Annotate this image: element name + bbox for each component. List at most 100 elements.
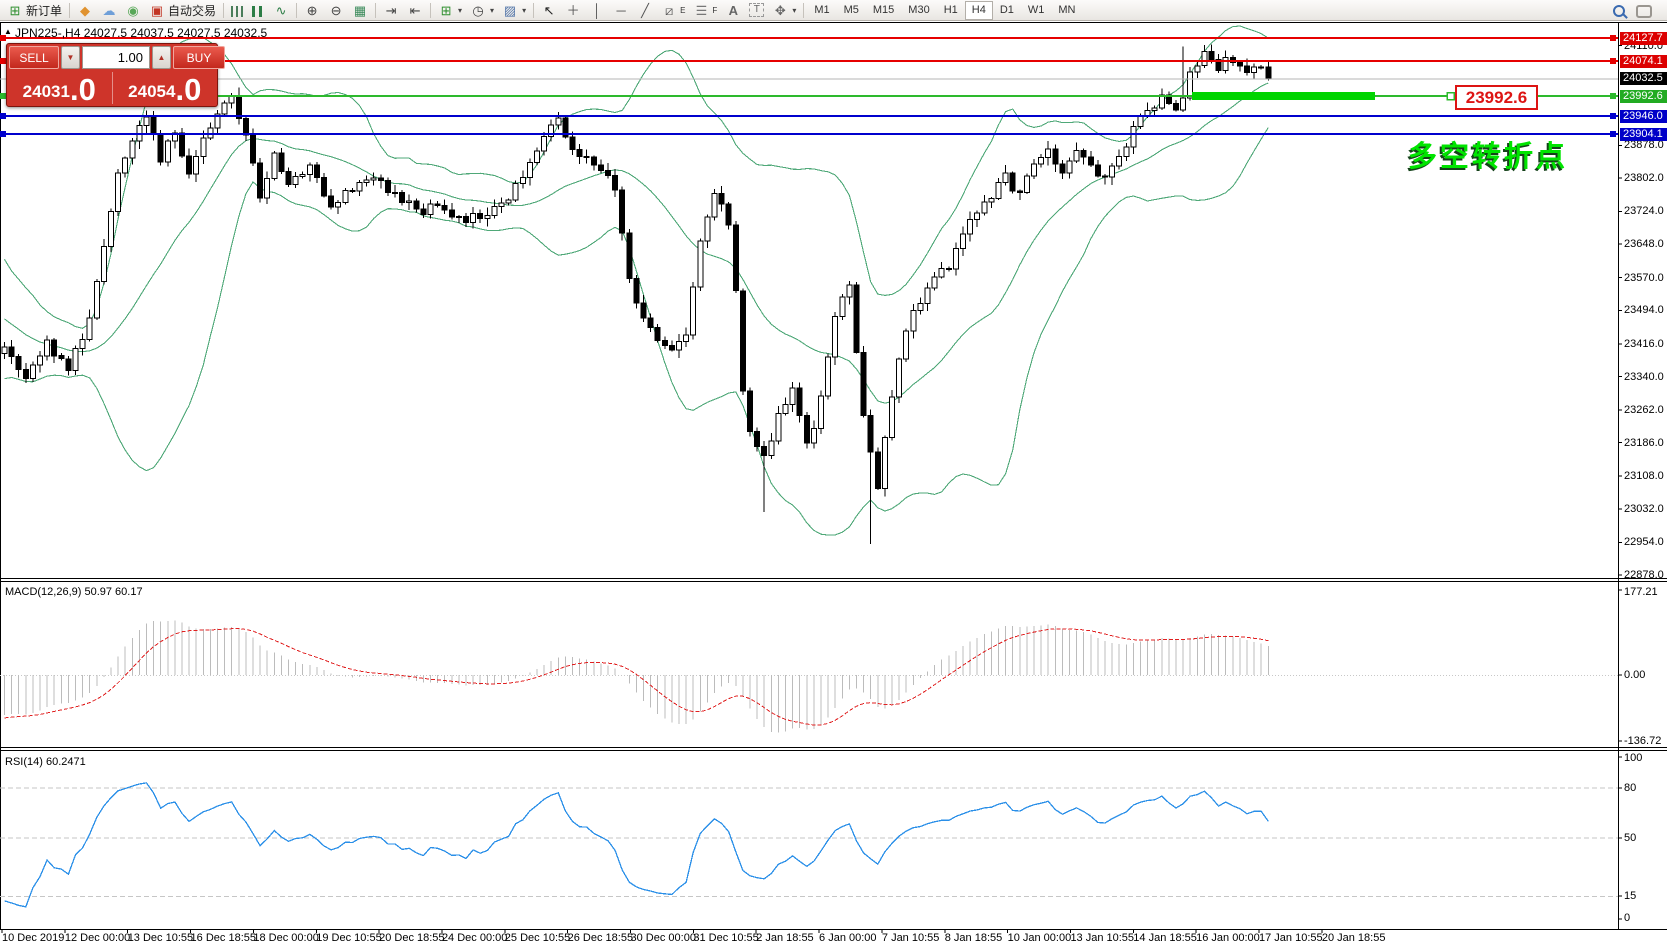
- cursor-tool-button[interactable]: ↖: [537, 1, 561, 19]
- shapes-tool-button[interactable]: ✥▾: [768, 1, 800, 19]
- volume-decrease-button[interactable]: ▼: [61, 46, 80, 69]
- candle-body: [151, 117, 156, 134]
- candle-body: [776, 413, 781, 441]
- price-callout-label[interactable]: 23992.6: [1455, 85, 1538, 110]
- line-right-handle[interactable]: [1610, 131, 1616, 137]
- macd-pane: [0, 621, 1618, 733]
- sell-price[interactable]: 24031.0: [7, 70, 112, 106]
- indicators-button[interactable]: ⊞▾: [434, 1, 466, 19]
- candle-body: [499, 203, 504, 207]
- candle-body: [201, 138, 206, 157]
- timeframe-button-d1[interactable]: D1: [993, 1, 1021, 20]
- candle-body: [840, 297, 845, 316]
- candle-body: [1237, 63, 1242, 67]
- timeframe-button-h4[interactable]: H4: [965, 1, 993, 20]
- one-click-trade-panel: SELL ▼ 1.00 ▲ BUY 24031.0 24054.0: [6, 43, 218, 107]
- candle-body: [1131, 126, 1136, 147]
- candle-body: [946, 269, 951, 270]
- candle-body: [705, 217, 710, 241]
- timeframe-button-m15[interactable]: M15: [866, 1, 901, 20]
- line-chart-button[interactable]: ∿: [269, 1, 293, 19]
- candle-body: [961, 234, 966, 248]
- candle-body: [378, 178, 383, 180]
- chat-icon: [1636, 5, 1652, 18]
- chart-shift-button[interactable]: ⇤: [403, 1, 427, 19]
- candle-body: [357, 183, 362, 191]
- candle-body: [1188, 72, 1193, 98]
- buy-price[interactable]: 24054.0: [113, 70, 218, 106]
- channel-letter: E: [680, 6, 685, 15]
- candle-body: [755, 431, 760, 446]
- navigator-button[interactable]: ☁: [97, 1, 121, 19]
- timeframe-button-m1[interactable]: M1: [807, 1, 836, 20]
- time-axis[interactable]: [0, 930, 1618, 947]
- candle-body: [414, 201, 419, 209]
- candle-body: [1003, 173, 1008, 183]
- zoom-in-button[interactable]: ⊕: [300, 1, 324, 19]
- sell-price-main: 24031: [23, 79, 70, 105]
- candle-body: [826, 357, 831, 396]
- chevron-down-icon: ▾: [792, 6, 796, 15]
- line-right-handle[interactable]: [1610, 93, 1616, 99]
- candle-body: [109, 211, 114, 246]
- channel-tool-button[interactable]: ⧄E: [657, 1, 689, 19]
- candle-body: [87, 318, 92, 340]
- hline-tool-button[interactable]: ─: [609, 1, 633, 19]
- candle-body: [634, 279, 639, 303]
- line-right-handle[interactable]: [1610, 113, 1616, 119]
- search-button[interactable]: [1609, 1, 1632, 19]
- fibonacci-tool-button[interactable]: ☰F: [689, 1, 721, 19]
- tile-windows-button[interactable]: ▦: [348, 1, 372, 19]
- auto-arrange-button[interactable]: ⇥: [379, 1, 403, 19]
- bar-chart-button[interactable]: [227, 1, 248, 19]
- candle-body: [329, 196, 334, 207]
- sell-button[interactable]: SELL: [9, 46, 59, 69]
- candle-body: [2, 347, 7, 354]
- trendline-tool-button[interactable]: ╱: [633, 1, 657, 19]
- new-order-label: 新订单: [26, 2, 62, 19]
- community-chat-button[interactable]: [1632, 1, 1656, 19]
- candle-chart-button[interactable]: [248, 1, 269, 19]
- candle-body: [251, 135, 256, 163]
- candle-body: [80, 340, 85, 349]
- zoom-out-button[interactable]: ⊖: [324, 1, 348, 19]
- line-right-handle[interactable]: [1610, 35, 1616, 41]
- volume-increase-button[interactable]: ▲: [152, 46, 171, 69]
- label-tool-button[interactable]: T: [745, 1, 768, 19]
- new-order-button[interactable]: ⊞ 新订单: [3, 1, 66, 19]
- templates-button[interactable]: ▨▾: [498, 1, 530, 19]
- candle-body: [996, 183, 1001, 199]
- line-left-handle[interactable]: [0, 113, 6, 119]
- green-line-center-handle[interactable]: [1447, 93, 1454, 100]
- vline-tool-button[interactable]: │: [585, 1, 609, 19]
- periods-button[interactable]: ◷▾: [466, 1, 498, 19]
- search-icon: [1613, 5, 1625, 17]
- line-left-handle[interactable]: [0, 131, 6, 137]
- price-axis[interactable]: [1618, 22, 1667, 929]
- candle-body: [918, 304, 923, 311]
- candle-body: [762, 447, 767, 456]
- signals-button[interactable]: ◉: [121, 1, 145, 19]
- candle-body: [471, 213, 476, 222]
- buy-button[interactable]: BUY: [173, 46, 225, 69]
- candle-body: [1181, 98, 1186, 110]
- timeframe-button-w1[interactable]: W1: [1021, 1, 1052, 20]
- crosshair-tool-button[interactable]: ＋: [561, 1, 585, 19]
- timeframe-button-mn[interactable]: MN: [1051, 1, 1082, 20]
- text-tool-button[interactable]: A: [721, 1, 745, 19]
- candle-body: [485, 216, 490, 219]
- annotation-text[interactable]: 多空转折点: [1408, 133, 1568, 175]
- thick-green-zone-bar[interactable]: [1192, 92, 1375, 100]
- collapse-arrow-icon[interactable]: ▲: [4, 27, 12, 36]
- candle-body: [783, 405, 788, 414]
- candle-body: [1017, 191, 1022, 193]
- timeframe-button-m30[interactable]: M30: [901, 1, 936, 20]
- line-right-handle[interactable]: [1610, 58, 1616, 64]
- timeframe-button-h1[interactable]: H1: [937, 1, 965, 20]
- candle-body: [1060, 164, 1065, 173]
- candle-body: [343, 190, 348, 202]
- timeframe-button-m5[interactable]: M5: [837, 1, 866, 20]
- market-watch-button[interactable]: ◆: [73, 1, 97, 19]
- auto-trading-button[interactable]: ▣ 自动交易: [145, 1, 220, 19]
- volume-input[interactable]: 1.00: [82, 46, 150, 69]
